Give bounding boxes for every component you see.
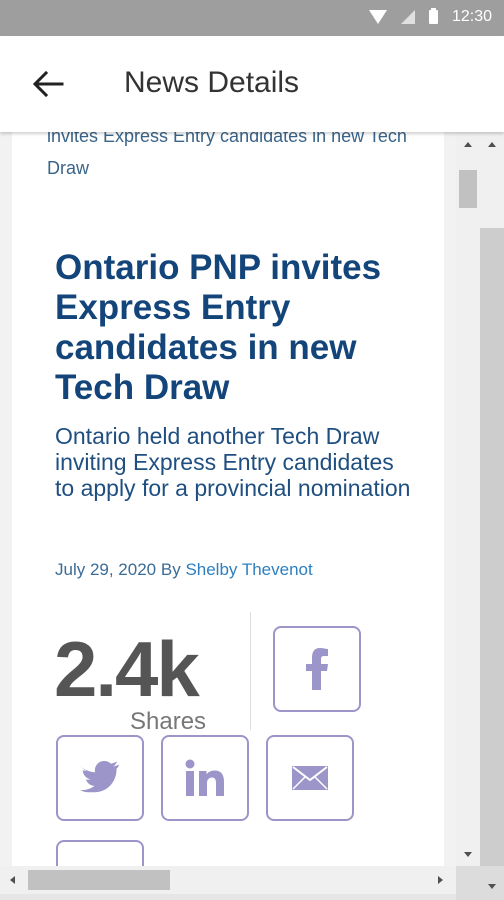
share-divider [250, 612, 251, 730]
facebook-share-button[interactable] [273, 626, 361, 712]
inner-scroll-thumb[interactable] [459, 170, 477, 208]
wifi-icon [368, 10, 387, 24]
author-link[interactable]: Shelby Thevenot [185, 560, 312, 579]
share-count-label: Shares [130, 708, 207, 735]
previous-article-title[interactable]: invites Express Entry candidates in new … [47, 132, 427, 184]
outer-scroll-up-arrow-icon[interactable] [488, 142, 496, 147]
outer-scroll-thumb[interactable] [480, 228, 504, 866]
email-share-button[interactable] [266, 735, 354, 821]
article-subheadline: Ontario held another Tech Draw inviting … [55, 423, 411, 501]
app-bar: News Details [0, 36, 504, 132]
twitter-share-button[interactable] [56, 735, 144, 821]
article-headline: Ontario PNP invites Express Entry candid… [55, 248, 382, 407]
article-date: July 29, 2020 By [55, 560, 181, 579]
facebook-icon [306, 648, 328, 690]
share-count: 2.4k [54, 625, 200, 713]
article-scroll-area[interactable]: invites Express Entry candidates in new … [0, 132, 456, 866]
mail-icon [292, 766, 328, 790]
back-button[interactable] [28, 64, 68, 104]
linkedin-icon [185, 759, 224, 796]
arrow-left-icon [32, 70, 64, 98]
status-time: 12:30 [451, 8, 492, 25]
outer-scroll-down-arrow-icon[interactable] [488, 884, 496, 889]
scroll-down-arrow-icon[interactable] [464, 852, 472, 857]
vertical-scrollbar[interactable] [456, 132, 504, 866]
scroll-right-arrow-icon[interactable] [438, 876, 443, 884]
twitter-icon [80, 761, 119, 793]
scrollbar-corner [456, 866, 504, 900]
article-byline: July 29, 2020 By Shelby Thevenot [55, 560, 313, 580]
more-share-button[interactable] [56, 840, 144, 866]
scroll-left-arrow-icon[interactable] [10, 876, 15, 884]
status-bar: 12:30 [0, 0, 504, 36]
article-card: invites Express Entry candidates in new … [12, 132, 444, 866]
battery-icon [428, 8, 438, 24]
status-icons: 12:30 [368, 8, 492, 26]
scroll-up-arrow-icon[interactable] [464, 142, 472, 147]
page-title: News Details [124, 66, 300, 99]
signal-icon [400, 10, 415, 24]
horizontal-scrollbar[interactable] [0, 866, 456, 894]
inner-scroll-track[interactable] [456, 132, 480, 866]
horizontal-scroll-thumb[interactable] [28, 870, 170, 890]
linkedin-share-button[interactable] [161, 735, 249, 821]
bottom-edge [0, 894, 456, 900]
